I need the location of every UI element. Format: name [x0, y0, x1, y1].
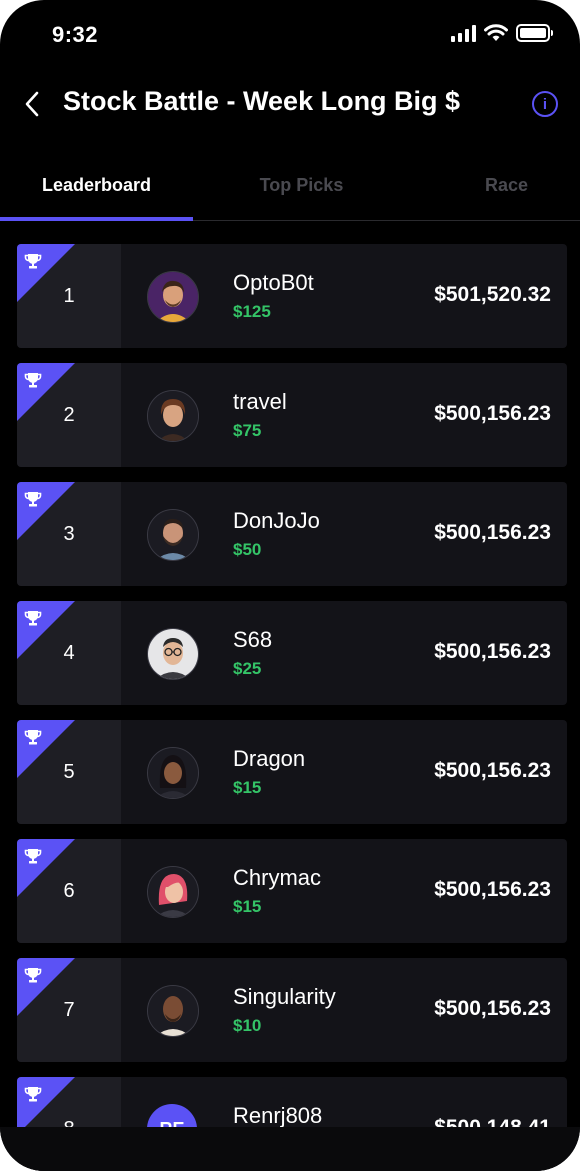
rank-number: 3	[63, 522, 75, 545]
leaderboard-row[interactable]: 7 Singularity $10 $500,156.23	[17, 958, 567, 1062]
prize-amount: $10	[233, 1016, 262, 1035]
tab-leaderboard[interactable]: Leaderboard	[0, 150, 193, 220]
username: Singularity	[233, 984, 336, 1009]
portfolio-balance: $500,156.23	[434, 640, 551, 663]
bottom-bar	[0, 1127, 580, 1171]
username: S68	[233, 627, 273, 652]
leaderboard-row[interactable]: 2 travel $75 $500,156.23	[17, 363, 567, 467]
header: Stock Battle - Week Long Big $ i	[0, 70, 580, 140]
rank-number: 1	[63, 284, 75, 307]
info-button[interactable]: i	[532, 91, 558, 117]
page-title: Stock Battle - Week Long Big $	[63, 86, 461, 116]
rank-number: 7	[63, 998, 75, 1021]
leaderboard-row[interactable]: 3 DonJoJo $50 $500,156.23	[17, 482, 567, 586]
rank-number: 6	[63, 879, 75, 902]
rank-cell: 5	[17, 720, 121, 824]
portfolio-balance: $500,156.23	[434, 997, 551, 1020]
cellular-signal-icon	[451, 24, 476, 42]
avatar-bald-icon	[148, 986, 198, 1036]
avatar	[147, 509, 199, 561]
prize-amount: $15	[233, 897, 262, 916]
rank-cell: 7	[17, 958, 121, 1062]
portfolio-balance: $501,520.32	[434, 283, 551, 306]
chevron-left-icon	[25, 91, 39, 117]
portfolio-balance: $500,156.23	[434, 759, 551, 782]
username: OptoB0t	[233, 270, 314, 295]
tab-bar: Leaderboard Top Picks Race	[0, 150, 580, 221]
username: Chrymac	[233, 865, 322, 890]
status-icons	[451, 24, 553, 42]
avatar-purple-hair-icon	[148, 272, 198, 322]
prize-amount: $15	[233, 778, 262, 797]
leaderboard-row[interactable]: 4 S68 $25 $500,156.23	[17, 601, 567, 705]
avatar-pink-hair-icon	[148, 867, 198, 917]
prize-amount: $75	[233, 421, 262, 440]
tab-top-picks[interactable]: Top Picks	[205, 150, 398, 220]
rank-number: 5	[63, 760, 75, 783]
battery-icon	[516, 24, 553, 42]
avatar	[147, 390, 199, 442]
status-time: 9:32	[52, 22, 99, 47]
rank-number: 4	[63, 641, 75, 664]
username: travel	[233, 389, 287, 414]
rank-cell: 2	[17, 363, 121, 467]
rank-cell: 6	[17, 839, 121, 943]
username: Dragon	[233, 746, 306, 771]
portfolio-balance: $500,156.23	[434, 402, 551, 425]
phone-screen: 9:32 Stock Battle - Week Long Big $ i Le…	[0, 0, 580, 1171]
avatar	[147, 866, 199, 918]
avatar	[147, 628, 199, 680]
leaderboard-row[interactable]: 6 Chrymac $15 $500,156.23	[17, 839, 567, 943]
leaderboard-row[interactable]: 1 OptoB0t $125 $501,520.32	[17, 244, 567, 348]
prize-amount: $125	[233, 302, 271, 321]
username: Renrj808	[233, 1103, 323, 1128]
prize-amount: $50	[233, 540, 262, 559]
status-bar: 9:32	[0, 0, 580, 70]
back-button[interactable]	[14, 86, 50, 122]
leaderboard-list: 1 OptoB0t $125 $501,520.32 2 travel $75 …	[17, 244, 567, 1171]
rank-number: 2	[63, 403, 75, 426]
portfolio-balance: $500,156.23	[434, 878, 551, 901]
prize-amount: $25	[233, 659, 262, 678]
avatar-beard-icon	[148, 510, 198, 560]
avatar-brown-hair-icon	[148, 391, 198, 441]
active-tab-indicator	[0, 217, 193, 221]
portfolio-balance: $500,156.23	[434, 521, 551, 544]
rank-cell: 1	[17, 244, 121, 348]
tab-race[interactable]: Race	[410, 150, 580, 220]
rank-cell: 3	[17, 482, 121, 586]
avatar-glasses-icon	[148, 629, 198, 679]
leaderboard-row[interactable]: 5 Dragon $15 $500,156.23	[17, 720, 567, 824]
rank-cell: 4	[17, 601, 121, 705]
username: DonJoJo	[233, 508, 320, 533]
avatar	[147, 271, 199, 323]
avatar	[147, 985, 199, 1037]
info-icon: i	[542, 95, 548, 113]
avatar-dark-hair-icon	[148, 748, 198, 798]
wifi-icon	[484, 24, 508, 41]
avatar	[147, 747, 199, 799]
